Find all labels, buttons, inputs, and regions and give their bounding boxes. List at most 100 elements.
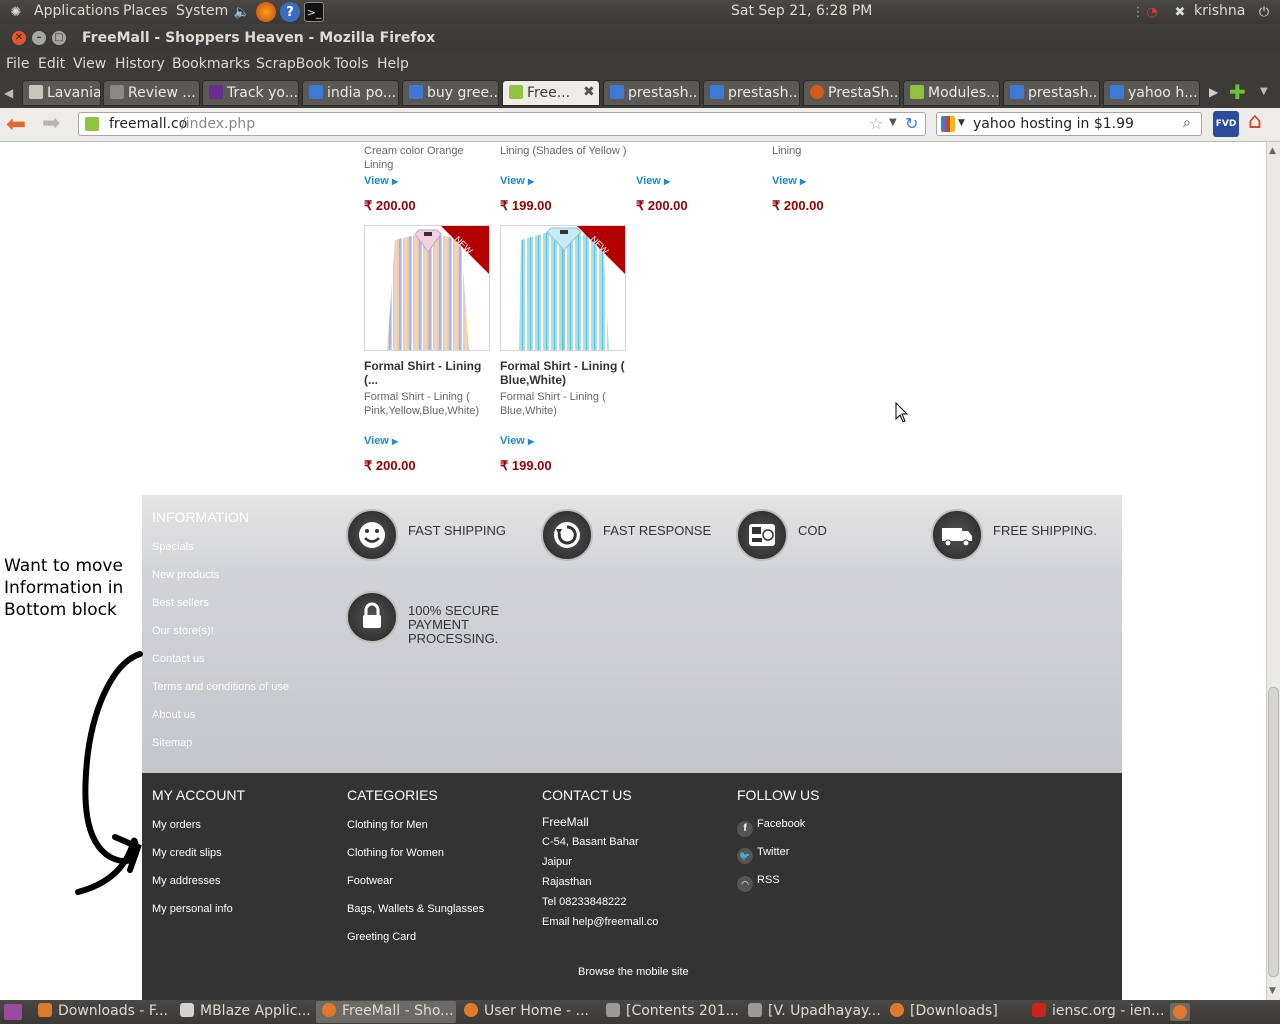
scroll-down-icon[interactable]: ▼ <box>1269 986 1276 996</box>
page-scrollbar[interactable]: ▲ ▼ <box>1266 142 1280 1000</box>
product-image[interactable]: NEW <box>500 225 626 351</box>
view-product-link[interactable]: View ▶ <box>500 435 534 447</box>
category-link[interactable]: Footwear <box>347 875 393 887</box>
tab-list-icon[interactable]: ▼ <box>1260 86 1268 97</box>
info-link-stores[interactable]: Our store(s)! <box>152 625 214 637</box>
taskbar-item[interactable]: Downloads - F... <box>32 1001 172 1023</box>
my-credit-slips-link[interactable]: My credit slips <box>152 847 222 859</box>
scroll-tabs-left-icon[interactable]: ◀ <box>4 86 13 100</box>
info-link-contact[interactable]: Contact us <box>152 653 205 665</box>
bookmark-star-icon[interactable]: ☆ <box>869 114 883 133</box>
my-personal-info-link[interactable]: My personal info <box>152 903 233 915</box>
maximize-window-icon[interactable]: □ <box>52 31 66 45</box>
product-image[interactable]: NEW <box>364 225 490 351</box>
menu-bookmarks[interactable]: Bookmarks <box>172 56 250 72</box>
minimize-window-icon[interactable]: – <box>32 31 46 45</box>
category-link[interactable]: Bags, Wallets & Sunglasses <box>347 903 484 915</box>
applications-menu[interactable]: Applications <box>34 3 120 19</box>
menu-tools[interactable]: Tools <box>334 56 369 72</box>
tab[interactable]: yahoo h... <box>1103 80 1200 106</box>
forward-icon[interactable]: ➡ <box>42 111 60 137</box>
product-name[interactable]: Formal Shirt - Lining ( Blue,White) <box>500 359 630 387</box>
menu-view[interactable]: View <box>73 56 106 72</box>
contact-email[interactable]: Email help@freemall.co <box>542 916 658 928</box>
ubuntu-logo-icon[interactable]: ✺ <box>6 2 26 22</box>
product-name[interactable]: Formal Shirt - Lining (... <box>364 359 490 387</box>
user-status-icon[interactable]: ✖ <box>1170 2 1190 22</box>
search-engine-dropdown-icon[interactable]: ▼ <box>958 118 965 128</box>
url-bar[interactable]: freemall.co /index.php ☆ ▼ ↻ <box>78 112 926 136</box>
view-product-link[interactable]: View ▶ <box>364 175 398 187</box>
taskbar-item[interactable]: [Contents 201... <box>600 1001 740 1023</box>
scroll-tabs-right-icon[interactable]: ▶ <box>1209 85 1218 99</box>
firefox-taskbar-icon[interactable] <box>1170 1003 1190 1021</box>
info-link-new-products[interactable]: New products <box>152 569 219 581</box>
tab[interactable]: buy gree... <box>402 80 499 106</box>
twitter-link[interactable]: 🐦 Twitter <box>737 846 789 864</box>
taskbar-item[interactable]: User Home - ... <box>458 1001 598 1023</box>
taskbar-item[interactable]: MBlaze Applic... <box>174 1001 314 1023</box>
info-link-about[interactable]: About us <box>152 709 195 721</box>
view-product-link[interactable]: View ▶ <box>364 435 398 447</box>
taskbar-item[interactable]: iensc.org - ien... <box>1026 1001 1166 1023</box>
new-tab-icon[interactable]: ✚ <box>1229 80 1246 104</box>
my-orders-link[interactable]: My orders <box>152 819 201 831</box>
help-icon[interactable]: ? <box>280 2 300 22</box>
info-link-terms[interactable]: Terms and conditions of use <box>152 681 289 693</box>
show-desktop-icon[interactable] <box>4 1004 22 1020</box>
scroll-up-icon[interactable]: ▲ <box>1269 146 1276 156</box>
taskbar-item[interactable]: [Downloads] <box>884 1001 1024 1023</box>
reload-icon[interactable]: ↻ <box>905 114 918 133</box>
info-link-best-sellers[interactable]: Best sellers <box>152 597 209 609</box>
tab[interactable]: prestash... <box>603 80 700 106</box>
menu-help[interactable]: Help <box>377 56 409 72</box>
terminal-icon[interactable]: >_ <box>304 2 324 22</box>
facebook-link[interactable]: f Facebook <box>737 818 805 837</box>
search-input[interactable]: yahoo hosting in $1.99 <box>973 116 1134 132</box>
clock[interactable]: Sat Sep 21, 6:28 PM <box>731 3 872 19</box>
google-search-engine-icon[interactable] <box>941 116 955 132</box>
site-favicon-icon[interactable] <box>85 117 99 131</box>
taskbar-item[interactable]: [V. Upadhayay... <box>742 1001 882 1023</box>
tab[interactable]: india po... <box>302 80 399 106</box>
rss-link[interactable]: ◠ RSS <box>737 874 780 892</box>
category-link[interactable]: Clothing for Women <box>347 847 444 859</box>
tab[interactable]: prestash... <box>703 80 800 106</box>
fvd-downloader-icon[interactable]: FVD <box>1213 111 1239 137</box>
tab[interactable]: Track yo... <box>202 80 299 106</box>
my-addresses-link[interactable]: My addresses <box>152 875 220 887</box>
view-product-link[interactable]: View ▶ <box>500 175 534 187</box>
back-icon[interactable]: ⬅ <box>6 111 26 137</box>
menu-scrapbook[interactable]: ScrapBook <box>256 56 331 72</box>
home-icon[interactable]: ⌂ <box>1248 109 1262 134</box>
menu-edit[interactable]: Edit <box>38 56 65 72</box>
tab-active[interactable]: Free... ✖ <box>502 80 600 106</box>
tab[interactable]: prestash... <box>1003 80 1100 106</box>
firefox-launcher-icon[interactable] <box>256 2 276 22</box>
system-menu[interactable]: System <box>176 3 228 19</box>
username[interactable]: krishna <box>1194 3 1245 19</box>
info-link-specials[interactable]: Specials <box>152 541 194 553</box>
view-product-link[interactable]: View ▶ <box>636 175 670 187</box>
browse-mobile-site-link[interactable]: Browse the mobile site <box>578 966 689 978</box>
search-icon[interactable]: ⌕ <box>1183 115 1191 131</box>
close-window-icon[interactable]: ✕ <box>12 31 26 45</box>
info-link-sitemap[interactable]: Sitemap <box>152 737 192 749</box>
menu-history[interactable]: History <box>115 56 165 72</box>
taskbar-item-active[interactable]: FreeMall - Sho... <box>316 1001 456 1023</box>
close-tab-icon[interactable]: ✖ <box>583 84 595 100</box>
search-bar[interactable]: ▼ yahoo hosting in $1.99 ⌕ <box>936 112 1202 136</box>
power-icon[interactable]: ⏻ <box>1254 2 1274 22</box>
tab[interactable]: Lavania ... <box>22 80 101 106</box>
tab[interactable]: PrestaSh... <box>803 80 900 106</box>
menu-file[interactable]: File <box>6 56 29 72</box>
tab[interactable]: Review ... <box>103 80 200 106</box>
tab[interactable]: Modules... <box>903 80 1000 106</box>
places-menu[interactable]: Places <box>123 3 168 19</box>
category-link[interactable]: Greeting Card <box>347 931 416 943</box>
scrollbar-thumb[interactable] <box>1268 687 1279 977</box>
volume-icon[interactable]: 🔈 <box>232 2 252 22</box>
url-history-dropdown-icon[interactable]: ▼ <box>889 117 897 128</box>
view-product-link[interactable]: View ▶ <box>772 175 806 187</box>
category-link[interactable]: Clothing for Men <box>347 819 428 831</box>
